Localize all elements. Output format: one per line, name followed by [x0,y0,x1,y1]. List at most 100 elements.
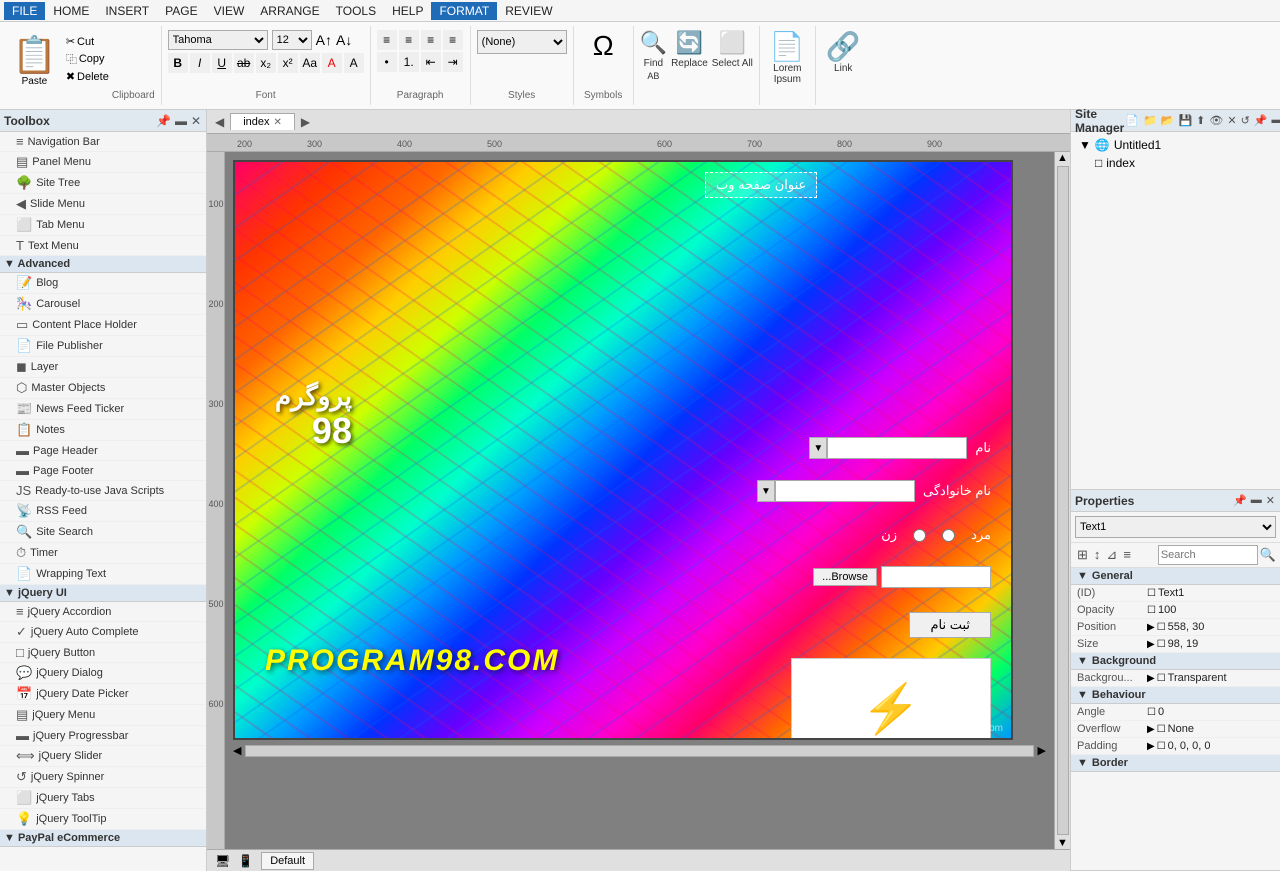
align-justify-button[interactable]: ≡ [443,30,463,50]
toolbox-item-jquery-dialog[interactable]: 💬 jQuery Dialog [0,663,206,684]
case-button[interactable]: Aa [300,53,320,73]
toolbox-item-page-header[interactable]: ▬ Page Header [0,441,206,461]
name-spinner-icon[interactable]: ▼ [809,437,827,459]
delete-button[interactable]: ✖ Delete [63,69,112,84]
menu-file[interactable]: FILE [4,2,45,20]
menu-arrange[interactable]: ARRANGE [252,2,327,20]
font-grow-icon[interactable]: A↑ [316,32,332,48]
select-all-button[interactable]: ⬜ Select All [712,30,753,101]
menu-insert[interactable]: INSERT [97,2,157,20]
num-list-button[interactable]: 1. [399,52,419,72]
toolbox-item-news-feed-ticker[interactable]: 📰 News Feed Ticker [0,399,206,420]
background-section-header[interactable]: ▼ Background [1071,653,1280,670]
find-button[interactable]: 🔍 Find AB [640,30,667,101]
font-name-select[interactable]: Tahoma [168,30,268,50]
h-scrollbar[interactable] [245,745,1033,757]
toolbox-item-jquery-spinner[interactable]: ↺ jQuery Spinner [0,767,206,788]
sm-open-icon[interactable]: 📂 [1160,113,1176,128]
scroll-right-btn[interactable]: ▶ [1038,744,1046,757]
toolbox-item-content-place-holder[interactable]: ▭ Content Place Holder [0,315,206,336]
copy-button[interactable]: ⿻ Copy [63,50,112,68]
prop-background-expand-icon[interactable]: ▶ [1147,673,1155,684]
prop-grid-icon[interactable]: ⊞ [1075,545,1090,565]
italic-button[interactable]: I [190,53,210,73]
list-button[interactable]: • [377,52,397,72]
toolbox-item-slide-menu[interactable]: ◀ Slide Menu [0,194,206,215]
font-shrink-icon[interactable]: A↓ [336,32,352,48]
toolbox-item-tab-menu[interactable]: ⬜ Tab Menu [0,215,206,236]
paypal-category[interactable]: ▼ PayPal eCommerce [0,830,206,847]
toolbox-minimize-icon[interactable]: ▬ [174,113,188,129]
menu-review[interactable]: REVIEW [497,2,560,20]
symbol-button[interactable]: Ω [593,30,614,62]
toolbox-item-jquery-accordion[interactable]: ≡ jQuery Accordion [0,602,206,622]
tree-index-item[interactable]: □ index [1075,154,1276,170]
superscript-button[interactable]: x² [278,53,298,73]
prop-overflow-expand-icon[interactable]: ▶ [1147,724,1155,735]
prop-pin-icon[interactable]: 📌 [1232,493,1248,508]
screen-icon[interactable]: 🖥 [215,854,230,868]
lastname-input[interactable] [775,480,915,502]
gender-male-radio[interactable] [942,529,955,542]
toolbox-item-ready-to-use-java-scripts[interactable]: JS Ready-to-use Java Scripts [0,481,206,501]
browse-button[interactable]: Browse... [813,568,877,586]
styles-select[interactable]: (None) [477,30,567,54]
tab-scroll-right-icon[interactable]: ▶ [297,115,314,129]
lorem-icon[interactable]: 📄 [770,30,805,63]
toolbox-item-layer[interactable]: ◼ Layer [0,357,206,378]
border-section-header[interactable]: ▼ Border [1071,755,1280,772]
toolbox-item-blog[interactable]: 📝 Blog [0,273,206,294]
toolbox-item-page-footer[interactable]: ▬ Page Footer [0,461,206,481]
general-section-header[interactable]: ▼ General [1071,568,1280,585]
sm-new-folder-icon[interactable]: 📁 [1142,113,1158,128]
tab-index[interactable]: index ✕ [230,113,295,130]
toolbox-item-wrapping-text[interactable]: 📄 Wrapping Text [0,564,206,585]
font-color-button[interactable]: A [322,53,342,73]
link-icon[interactable]: 🔗 [826,30,861,63]
highlight-button[interactable]: A [344,53,364,73]
subscript-button[interactable]: x₂ [256,53,276,73]
strikethrough-button[interactable]: ab [234,53,254,73]
toolbox-item-jquery-tabs[interactable]: ⬜ jQuery Tabs [0,788,206,809]
persian-title-box[interactable]: عنوان صفحه وب [705,172,817,198]
indent-dec-button[interactable]: ⇤ [421,52,441,72]
toolbox-item-notes[interactable]: 📋 Notes [0,420,206,441]
prop-more-icon[interactable]: ≡ [1121,545,1133,565]
menu-help[interactable]: HELP [384,2,431,20]
tab-scroll-left-icon[interactable]: ◀ [211,115,228,129]
toolbox-item-file-publisher[interactable]: 📄 File Publisher [0,336,206,357]
mobile-icon[interactable]: 📱 [238,854,253,868]
bold-button[interactable]: B [168,53,188,73]
toolbox-item-site-tree[interactable]: 🌳 Site Tree [0,173,206,194]
default-button[interactable]: Default [261,852,314,870]
sm-upload-icon[interactable]: ⬆ [1195,113,1206,128]
prop-close-icon[interactable]: ✕ [1265,493,1276,508]
menu-tools[interactable]: TOOLS [328,2,384,20]
toolbox-item-jquery-slider[interactable]: ⟺ jQuery Slider [0,746,206,767]
toolbox-item-master-objects[interactable]: ⬡ Master Objects [0,378,206,399]
prop-sort-icon[interactable]: ↕ [1092,545,1103,565]
toolbox-item-site-search[interactable]: 🔍 Site Search [0,522,206,543]
browse-input[interactable] [881,566,991,588]
name-input[interactable] [827,437,967,459]
submit-button[interactable]: ثبت نام [909,612,991,638]
toolbox-item-navigation-bar[interactable]: ≡ Navigation Bar [0,132,206,152]
toolbox-item-text-menu[interactable]: T Text Menu [0,236,206,256]
sm-pin-icon[interactable]: 📌 [1253,113,1269,128]
prop-search-input[interactable] [1158,545,1258,565]
toolbox-item-jquery-menu[interactable]: ▤ jQuery Menu [0,705,206,726]
tree-root-item[interactable]: ▼ 🌐 Untitled1 [1075,136,1276,154]
sm-new-file-icon[interactable]: 📄 [1124,113,1140,128]
gender-female-radio[interactable] [913,529,926,542]
behaviour-section-header[interactable]: ▼ Behaviour [1071,687,1280,704]
toolbox-item-jquery-date-picker[interactable]: 📅 jQuery Date Picker [0,684,206,705]
sm-minimize-icon[interactable]: ▬ [1271,113,1280,128]
canvas-scroll-area[interactable]: عنوان صفحه وب پروگرم 98 نام ▼ [225,152,1054,849]
toolbox-pin-icon[interactable]: 📌 [155,113,172,129]
toolbox-close-icon[interactable]: ✕ [190,113,202,129]
prop-position-expand-icon[interactable]: ▶ [1147,622,1155,633]
scroll-up-btn[interactable]: ▲ [1057,152,1068,164]
advanced-category[interactable]: ▼ Advanced [0,256,206,273]
underline-button[interactable]: U [212,53,232,73]
scroll-down-btn[interactable]: ▼ [1057,837,1068,849]
